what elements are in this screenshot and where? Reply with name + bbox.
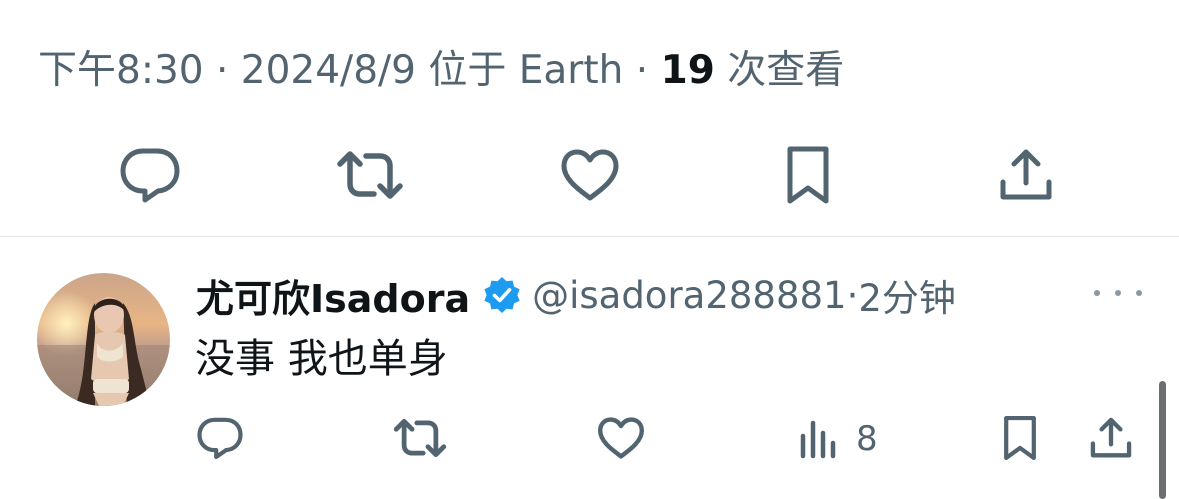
like-button[interactable] (552, 142, 628, 208)
reply-bookmark-button[interactable] (996, 413, 1044, 463)
divider (0, 236, 1179, 237)
reply-share-button[interactable] (1084, 413, 1138, 463)
retweet-icon (337, 151, 403, 199)
tweet-meta: 下午8:30 · 2024/8/9 位于 Earth · 19 次查看 (38, 46, 844, 96)
reply-reply-button[interactable] (192, 413, 248, 463)
more-options-icon[interactable] (1094, 280, 1142, 306)
reply-views-button[interactable]: 8 (798, 415, 888, 463)
more-dot (1136, 290, 1142, 296)
tweet-location: 位于 Earth (415, 48, 624, 93)
more-dot (1115, 290, 1121, 296)
reply-views-count: 8 (856, 419, 878, 459)
header-separator: · (846, 273, 859, 317)
meta-separator: · (623, 48, 661, 93)
reply-time[interactable]: 2分钟 (858, 268, 956, 322)
views-label[interactable]: 次查看 (715, 48, 844, 93)
tweet-time: 下午8:30 (38, 48, 204, 93)
bookmark-button[interactable] (770, 140, 846, 210)
share-button[interactable] (988, 140, 1064, 210)
reply-icon (120, 148, 180, 203)
like-icon (598, 417, 644, 459)
reply-text: 没事 我也单身 (195, 336, 448, 382)
bookmark-icon (1004, 415, 1036, 461)
views-count[interactable]: 19 (661, 48, 715, 93)
reply-retweet-button[interactable] (390, 413, 450, 463)
share-icon (1000, 149, 1052, 200)
reply-like-button[interactable] (594, 413, 648, 463)
share-icon (1090, 417, 1132, 458)
more-dot (1094, 290, 1100, 296)
bookmark-icon (787, 146, 829, 204)
views-icon (800, 420, 836, 459)
display-name[interactable]: 尤可欣Isadora (196, 268, 470, 323)
tweet-detail-screen: 下午8:30 · 2024/8/9 位于 Earth · 19 次查看 尤可欣I… (0, 0, 1179, 499)
retweet-icon (393, 418, 447, 458)
like-icon (561, 149, 619, 201)
scrollbar[interactable] (1159, 381, 1166, 499)
verified-badge-icon[interactable] (482, 275, 522, 315)
reply-header: 尤可欣Isadora @isadora288881 · 2分钟 (196, 268, 956, 322)
avatar[interactable] (37, 273, 170, 406)
meta-separator: · (203, 48, 241, 93)
tweet-date: 2024/8/9 (240, 48, 416, 93)
user-handle[interactable]: @isadora288881 (532, 274, 846, 317)
avatar-photo (37, 273, 170, 406)
reply-button[interactable] (112, 140, 188, 210)
retweet-button[interactable] (332, 142, 408, 208)
reply-icon (197, 417, 243, 460)
